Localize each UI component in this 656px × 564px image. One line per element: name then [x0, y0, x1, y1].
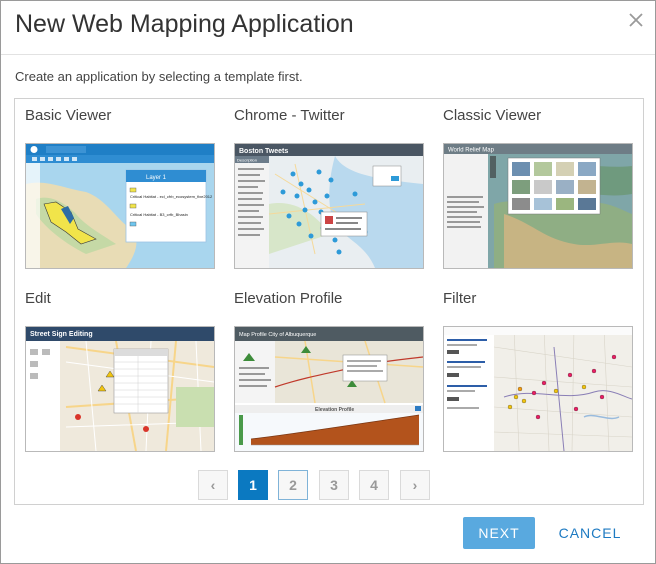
classic-viewer-map-thumbnail[interactable]: World Relief Map — [443, 143, 633, 269]
template-gallery: Basic Viewer Layer 1 Critical Habitat - … — [14, 98, 644, 505]
twitter-tab: Description — [237, 158, 257, 163]
pager-page-4[interactable]: 4 — [359, 470, 389, 500]
basic-viewer-map-thumbnail[interactable]: Layer 1 Critical Habitat - ecl_cfrb_ecos… — [25, 143, 215, 269]
close-icon[interactable] — [627, 11, 645, 29]
dialog-instruction: Create an application by selecting a tem… — [15, 69, 303, 84]
chrome-twitter-map-thumbnail[interactable]: Boston Tweets Description — [234, 143, 424, 269]
edit-title: Street Sign Editing — [30, 331, 93, 338]
pager-page-1[interactable]: 1 — [238, 470, 268, 500]
template-tile-chrome-twitter[interactable]: Chrome - Twitter — [234, 106, 424, 128]
next-button[interactable]: NEXT — [463, 517, 535, 549]
basic-layer-b: Critical Habitat - B3_crfb_Bhasin — [130, 212, 188, 217]
template-name: Filter — [443, 290, 477, 307]
edit-map-thumbnail[interactable]: Street Sign Editing — [25, 326, 215, 452]
template-name: Classic Viewer — [443, 107, 542, 124]
elevation-chart-title: Elevation Profile — [315, 407, 354, 413]
template-name: Basic Viewer — [25, 107, 112, 124]
title-divider — [1, 54, 655, 55]
pager-page-2[interactable]: 2 — [278, 470, 308, 500]
dialog-title: New Web Mapping Application — [15, 10, 354, 38]
template-name: Elevation Profile — [234, 290, 343, 307]
template-name: Chrome - Twitter — [234, 107, 345, 124]
pager-page-3[interactable]: 3 — [319, 470, 349, 500]
elevation-title: Map Profile City of Albuquerque — [239, 332, 316, 338]
template-tile-classic-viewer[interactable]: Classic Viewer — [443, 106, 633, 128]
template-tile-edit[interactable]: Edit — [25, 289, 215, 311]
template-tile-basic-viewer[interactable]: Basic Viewer — [25, 106, 215, 128]
template-tile-filter[interactable]: Filter — [443, 289, 633, 311]
template-name: Edit — [25, 290, 51, 307]
template-tile-elevation-profile[interactable]: Elevation Profile — [234, 289, 424, 311]
twitter-title: Boston Tweets — [239, 148, 288, 155]
pager-prev-button[interactable]: ‹ — [198, 470, 228, 500]
classic-title: World Relief Map — [448, 148, 495, 154]
elevation-profile-map-thumbnail[interactable]: Map Profile City of Albuquerque Elevatio… — [234, 326, 424, 452]
filter-map-thumbnail[interactable] — [443, 326, 633, 452]
basic-layer-a: Critical Habitat - ecl_cfrb_ecosystem_fi… — [130, 194, 213, 199]
basic-layer-title: Layer 1 — [146, 175, 167, 181]
pager-next-button[interactable]: › — [400, 470, 430, 500]
cancel-button[interactable]: CANCEL — [549, 517, 631, 549]
new-web-app-dialog: New Web Mapping Application Create an ap… — [0, 0, 656, 564]
